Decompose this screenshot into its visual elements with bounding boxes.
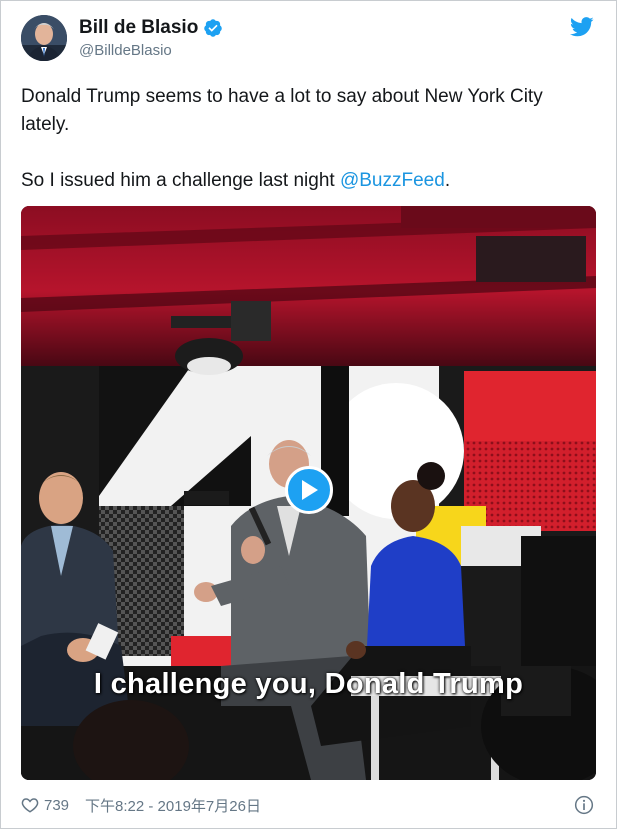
verified-badge-icon [204, 19, 223, 37]
avatar-image [21, 15, 67, 61]
play-icon [302, 480, 318, 500]
video-player[interactable]: I challenge you, Donald Trump [21, 206, 596, 780]
heart-icon[interactable] [21, 796, 39, 814]
like-count[interactable]: 739 [44, 797, 69, 814]
author-handle[interactable]: @BilldeBlasio [79, 42, 172, 59]
twitter-bird-icon[interactable] [570, 17, 594, 37]
timestamp[interactable]: 下午8:22 - 2019年7月26日 [85, 795, 261, 816]
author-display-name[interactable]: Bill de Blasio [79, 17, 198, 39]
tweet-line-2-end: . [444, 170, 451, 191]
tweet-line-1: Donald Trump seems to have a lot to say … [21, 86, 543, 135]
mention-link[interactable]: @BuzzFeed [340, 170, 445, 191]
tweet-card: Bill de Blasio @BilldeBlasio Donald Trum… [0, 0, 617, 829]
tweet-line-2: So I issued him a challenge last night @… [21, 167, 596, 195]
tweet-footer: 739 下午8:22 - 2019年7月26日 [21, 794, 261, 816]
avatar[interactable] [21, 15, 67, 61]
video-caption: I challenge you, Donald Trump [93, 668, 524, 700]
author-name-row[interactable]: Bill de Blasio [79, 17, 223, 39]
tweet-line-2-text: So I issued him a challenge last night [21, 170, 340, 191]
tweet-text: Donald Trump seems to have a lot to say … [21, 83, 596, 195]
play-button[interactable] [285, 466, 333, 514]
info-icon[interactable] [574, 795, 594, 815]
